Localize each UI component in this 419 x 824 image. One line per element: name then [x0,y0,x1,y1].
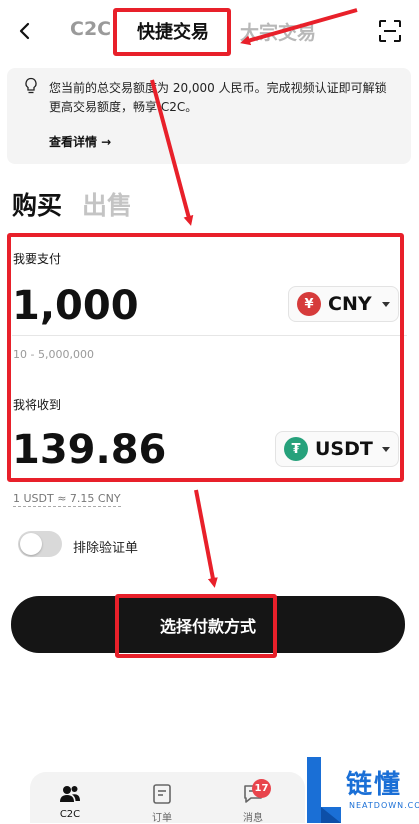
tab-bulk-trade[interactable]: 大宗交易 [240,18,316,45]
toggle-knob [20,533,42,555]
notice-text: 您当前的总交易额度为 20,000 人民币。完成视频认证即可解锁更高交易额度，畅… [49,81,387,114]
nav-label: 消息 [243,813,263,824]
highlight-box-tab [113,8,231,56]
nav-item-orders[interactable]: 订单 [132,782,192,824]
highlight-box-amounts [7,233,404,482]
tab-buy[interactable]: 购买 [12,186,62,222]
orders-icon [153,784,171,804]
tab-sell[interactable]: 出售 [82,186,132,222]
nav-label: 订单 [152,813,172,824]
watermark-subtext: NEATDOWN.COM [349,801,419,810]
back-arrow-icon[interactable] [14,19,36,43]
exclude-verified-label: 排除验证单 [73,541,139,556]
watermark-text: 链懂 [346,770,403,800]
message-badge: 17 [252,779,271,798]
watermark-logo-icon [307,757,341,823]
nav-label: C2C [59,809,81,820]
tab-c2c[interactable]: C2C [70,18,111,40]
lightbulb-icon [25,77,37,94]
highlight-box-button [115,594,277,658]
arrow-to-button [194,489,218,588]
scan-icon[interactable] [377,18,403,44]
exchange-rate[interactable]: 1 USDT ≈ 7.15 CNY [13,491,121,507]
view-details-link[interactable]: 查看详情 → [49,133,111,150]
exclude-verified-toggle[interactable] [18,531,62,557]
users-icon [60,786,80,802]
nav-item-c2c[interactable]: C2C [40,782,100,820]
